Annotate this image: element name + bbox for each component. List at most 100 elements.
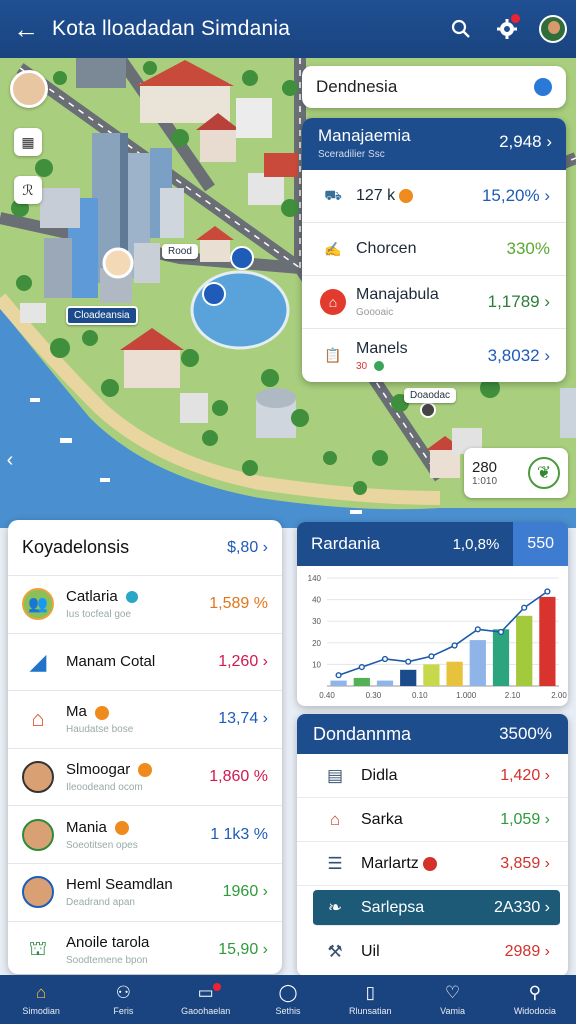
list-item[interactable]: ◢ Manam Cotal 1,260 ›	[8, 634, 282, 692]
people-icon: ⚇	[115, 983, 132, 1002]
clipboard-icon: 📋	[324, 347, 342, 363]
list-item[interactable]: ⛫ Anoile tarola Soodtemene bpon 15,90 ›	[8, 922, 282, 974]
chart-line-point	[521, 604, 528, 611]
orange-badge-icon	[115, 820, 130, 835]
location-pin-icon[interactable]	[534, 78, 552, 96]
summary-row[interactable]: ▤ Didla 1,420 ›	[297, 754, 568, 798]
nav-item-heart[interactable]: ♡ Vamia	[411, 975, 493, 1024]
green-badge-icon	[373, 360, 384, 371]
summary-row-label: Marlartz	[361, 854, 419, 872]
panel-row-value: 330%	[506, 239, 550, 258]
settings-button[interactable]	[484, 0, 530, 58]
list-item-sub: Haudatse bose	[66, 724, 134, 736]
leaf-icon: ❦	[528, 457, 560, 489]
nav-label: Vamia	[440, 1006, 465, 1016]
search-input[interactable]: Dendnesia	[302, 66, 566, 108]
list-item-value: 1 1k3 %	[210, 825, 268, 843]
list-item[interactable]: Slmoogar Ileoodeand ocom 1,860 %	[8, 749, 282, 807]
chart-header: Rardania 1,0,8% 550	[297, 522, 568, 566]
x-tick-label: 0.10	[412, 691, 428, 700]
summary-title: Dondannma	[313, 723, 412, 744]
list-header-value[interactable]: $,80 ›	[227, 539, 268, 557]
notification-dot	[511, 14, 520, 23]
summary-list-card: Dondannma 3500% ▤ Didla 1,420 › ⌂ Sarka …	[297, 714, 568, 976]
nav-item-profile[interactable]: ⚲ Widodocia	[494, 975, 576, 1024]
x-tick-label: 0.30	[366, 691, 382, 700]
chart-bar	[330, 680, 347, 686]
nav-label: Feris	[113, 1006, 134, 1016]
list-item[interactable]: Mania Soeotitsen opes 1 1k3 %	[8, 806, 282, 864]
layers-icon[interactable]: ▦	[14, 128, 42, 156]
summary-row[interactable]: ⌂ Sarka 1,059 ›	[297, 798, 568, 842]
orange-badge-icon	[95, 705, 110, 720]
summary-row-value: 2989 ›	[504, 943, 550, 960]
chart-bar	[539, 596, 556, 686]
map-label-location[interactable]: Cloadeansia	[66, 306, 138, 325]
collapse-arrow-icon[interactable]: ‹	[0, 446, 20, 474]
chart-bar	[446, 661, 463, 686]
chart-line-point	[358, 663, 365, 671]
red-badge-icon	[422, 856, 437, 871]
chart-title: Rardania	[311, 534, 380, 553]
list-item-label: Anoile tarola	[66, 934, 150, 952]
map-label-doaodac[interactable]: Doaodac	[404, 388, 457, 403]
list-item-value: 1,860 %	[209, 768, 268, 786]
summary-row-label: Didla	[361, 766, 398, 784]
chart-line-point	[335, 672, 342, 679]
profile-avatar-button[interactable]	[530, 0, 576, 58]
search-button[interactable]	[438, 0, 484, 58]
list-item[interactable]: ⌂ Ma Haudatse bose 13,74 ›	[8, 691, 282, 749]
tool-icon: ⚒	[327, 942, 343, 961]
nav-item-people[interactable]: ⚇ Feris	[82, 975, 164, 1024]
nav-item-book[interactable]: ▯ Rlunsatian	[329, 975, 411, 1024]
list-item-value: 15,90 ›	[218, 941, 268, 959]
chart-bar	[492, 629, 510, 686]
nav-label: Widodocia	[513, 1006, 556, 1016]
summary-row-label: Uil	[361, 943, 380, 960]
chart-header-badge[interactable]: 550	[513, 522, 568, 566]
list-item-label-text: Mania	[66, 818, 107, 836]
ruler-icon[interactable]: ℛ	[14, 176, 42, 204]
back-arrow-icon[interactable]: ←	[0, 0, 52, 58]
list-item[interactable]: Heml Seamdlan Deadrand apan 1960 ›	[8, 864, 282, 922]
summary-row[interactable]: ☰ Marlartz 3,859 ›	[297, 842, 568, 886]
group-icon: 👥	[22, 588, 54, 621]
summary-row-selected[interactable]: ❧ Sarlepsa 2A330 ›	[313, 890, 560, 926]
panel-row-value: 3,8032 ›	[487, 345, 550, 365]
rating-card[interactable]: 280 1:010 ❦	[464, 448, 568, 498]
top-app-bar: ← Kota lloadadan Simdania	[0, 0, 576, 58]
chart-bar	[516, 615, 533, 686]
summary-row-label: Sarka	[361, 810, 403, 828]
bar-line-chart: 10 20 30 40 140 0.40 0.30 0.10 1.000 2.10 2.00	[308, 574, 568, 700]
panel-header-value[interactable]: 2,948 ›	[499, 132, 552, 152]
alert-icon: ⌂	[320, 289, 346, 315]
house-icon: ⌂	[31, 706, 45, 732]
list-item-label: Mania	[66, 819, 204, 836]
chart-card: Rardania 1,0,8% 550 10 20 30 40 140 0.40 0.30 0…	[297, 522, 568, 706]
panel-row[interactable]: ✍ Chorcen 330%	[302, 223, 566, 276]
panel-header: Manajaemia Sceradilier Ssc 2,948 ›	[302, 118, 566, 170]
list-header: Koyadelonsis $,80 ›	[8, 520, 282, 576]
map-user-avatar-button[interactable]	[10, 70, 48, 108]
nav-item-chat[interactable]: ◯ Sethis	[247, 975, 329, 1024]
panel-row-sub: 30	[356, 361, 408, 372]
document-icon: ▤	[326, 765, 344, 785]
list-item-label: Heml Seamdlan	[66, 876, 173, 894]
panel-row-label: 127 k	[356, 187, 396, 204]
x-tick-label: 1.000	[456, 691, 477, 700]
summary-row-value: 1,420 ›	[500, 766, 550, 784]
panel-row[interactable]: 📋 Manels 30 3,8032 ›	[302, 329, 566, 382]
list-item-value: 1,260 ›	[218, 652, 268, 670]
list-item[interactable]: 👥 Catlaria Ius tocfeal goe 1,589 %	[8, 576, 282, 634]
chart-header-value: 1,0,8%	[452, 535, 500, 553]
list-item-sub: Soodtemene bpon	[66, 955, 148, 967]
summary-row[interactable]: ⚒ Uil 2989 ›	[297, 930, 568, 974]
nav-item-home[interactable]: ⌂ Simodian	[0, 975, 82, 1024]
panel-row[interactable]: ⌂ Manajabula Goooaic 1,1789 ›	[302, 276, 566, 329]
page-title: Kota lloadadan Simdania	[52, 17, 291, 40]
nav-item-inbox[interactable]: ▭ Gaoohaelan	[165, 975, 247, 1024]
y-tick-label: 40	[312, 596, 321, 605]
panel-row[interactable]: ⛟ 127 k 15,20% ›	[302, 170, 566, 223]
summary-header-value: 3500%	[499, 724, 552, 743]
map-label-rood[interactable]: Rood	[162, 244, 198, 259]
